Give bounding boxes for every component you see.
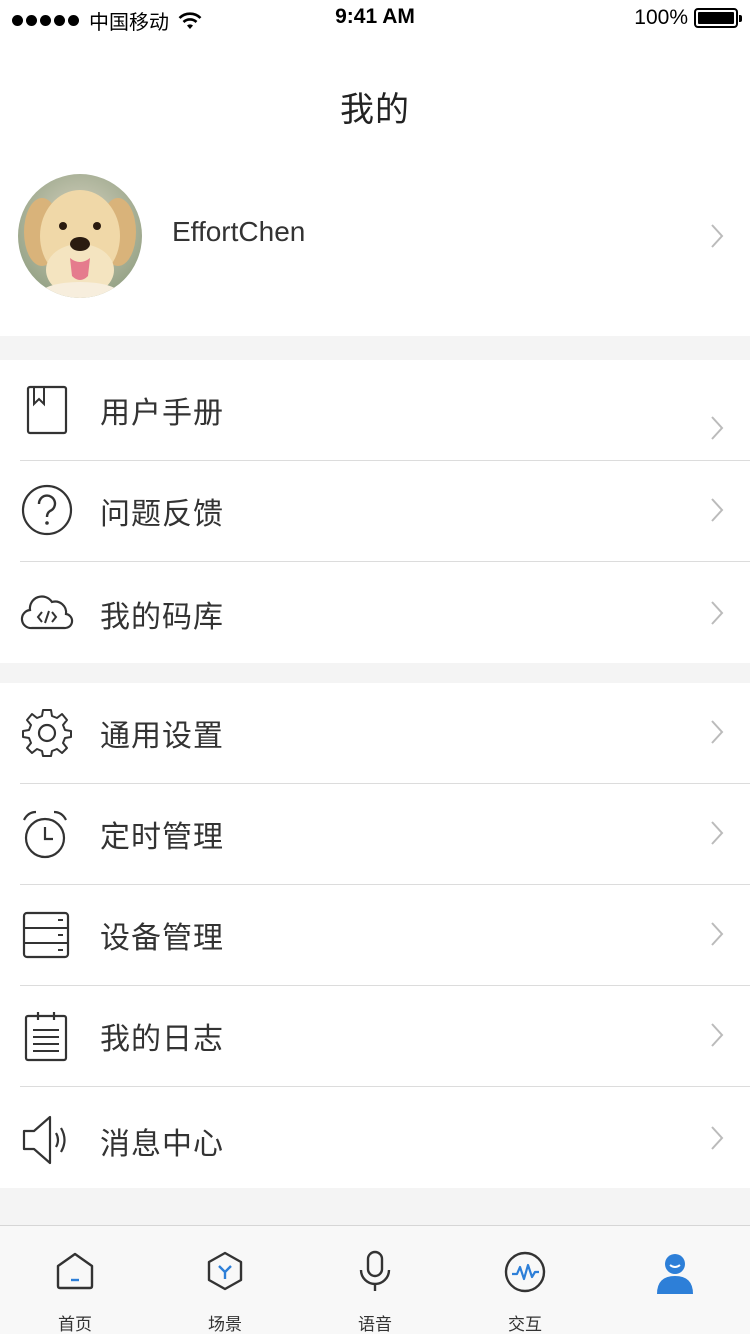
chevron-right-icon bbox=[711, 601, 724, 625]
menu-label: 设备管理 bbox=[100, 921, 224, 956]
menu-label: 消息中心 bbox=[100, 1127, 224, 1162]
tab-scene[interactable]: 场景 bbox=[150, 1226, 300, 1334]
tab-bar: 首页 场景 语音 交互 bbox=[0, 1225, 750, 1334]
menu-item-settings[interactable]: 通用设置 bbox=[0, 683, 750, 784]
menu-item-logs[interactable]: 我的日志 bbox=[0, 986, 750, 1087]
tab-interaction[interactable]: 交互 bbox=[450, 1226, 600, 1334]
menu-item-messages[interactable]: 消息中心 bbox=[0, 1087, 750, 1188]
menu-label: 通用设置 bbox=[100, 719, 224, 754]
menu-item-timer[interactable]: 定时管理 bbox=[0, 784, 750, 885]
menu-item-code-library[interactable]: 我的码库 bbox=[0, 562, 750, 663]
status-bar: 中国移动 9:41 AM 100% bbox=[0, 0, 750, 36]
gear-icon bbox=[22, 709, 72, 757]
book-icon bbox=[26, 385, 68, 435]
menu-label: 问题反馈 bbox=[100, 497, 224, 532]
menu-item-devices[interactable]: 设备管理 bbox=[0, 885, 750, 986]
chevron-right-icon bbox=[711, 224, 724, 248]
chevron-right-icon bbox=[711, 1126, 724, 1150]
bottom-spacer bbox=[0, 1188, 750, 1225]
chevron-right-icon bbox=[711, 720, 724, 744]
menu-label: 用户手册 bbox=[100, 396, 224, 431]
status-right: 100% bbox=[634, 6, 742, 30]
speaker-icon bbox=[22, 1115, 66, 1165]
menu-label: 我的码库 bbox=[100, 600, 224, 635]
page-title: 我的 bbox=[340, 90, 410, 130]
username: EffortChen bbox=[172, 216, 306, 247]
menu-label: 我的日志 bbox=[100, 1022, 224, 1057]
microphone-icon bbox=[359, 1250, 391, 1291]
notepad-icon bbox=[24, 1012, 68, 1062]
scene-hexagon-icon bbox=[207, 1251, 243, 1291]
battery-percent: 100% bbox=[634, 6, 688, 29]
interaction-icon bbox=[504, 1251, 546, 1293]
tab-voice[interactable]: 语音 bbox=[300, 1226, 450, 1334]
chevron-right-icon bbox=[711, 821, 724, 845]
tab-home[interactable]: 首页 bbox=[0, 1226, 150, 1334]
home-icon bbox=[56, 1252, 94, 1290]
chevron-right-icon bbox=[711, 498, 724, 522]
menu-item-feedback[interactable]: 问题反馈 bbox=[0, 461, 750, 562]
menu-item-manual[interactable]: 用户手册 bbox=[0, 360, 750, 461]
cloud-code-icon bbox=[20, 595, 74, 630]
tab-label: 场景 bbox=[208, 1315, 242, 1334]
menu-label: 定时管理 bbox=[100, 820, 224, 855]
avatar[interactable] bbox=[18, 174, 142, 298]
chevron-right-icon bbox=[711, 416, 724, 440]
battery-icon bbox=[694, 8, 742, 28]
section-separator bbox=[0, 336, 750, 360]
tab-mine[interactable] bbox=[600, 1226, 750, 1334]
server-icon bbox=[22, 911, 70, 959]
user-icon bbox=[657, 1254, 693, 1294]
alarm-clock-icon bbox=[23, 810, 67, 859]
tab-label: 交互 bbox=[508, 1315, 542, 1334]
tab-label: 首页 bbox=[58, 1315, 92, 1334]
chevron-right-icon bbox=[711, 922, 724, 946]
chevron-right-icon bbox=[711, 1023, 724, 1047]
section-separator bbox=[0, 663, 750, 683]
profile-row[interactable]: EffortChen bbox=[0, 168, 750, 304]
tab-label: 语音 bbox=[358, 1315, 392, 1334]
question-icon bbox=[21, 484, 73, 536]
